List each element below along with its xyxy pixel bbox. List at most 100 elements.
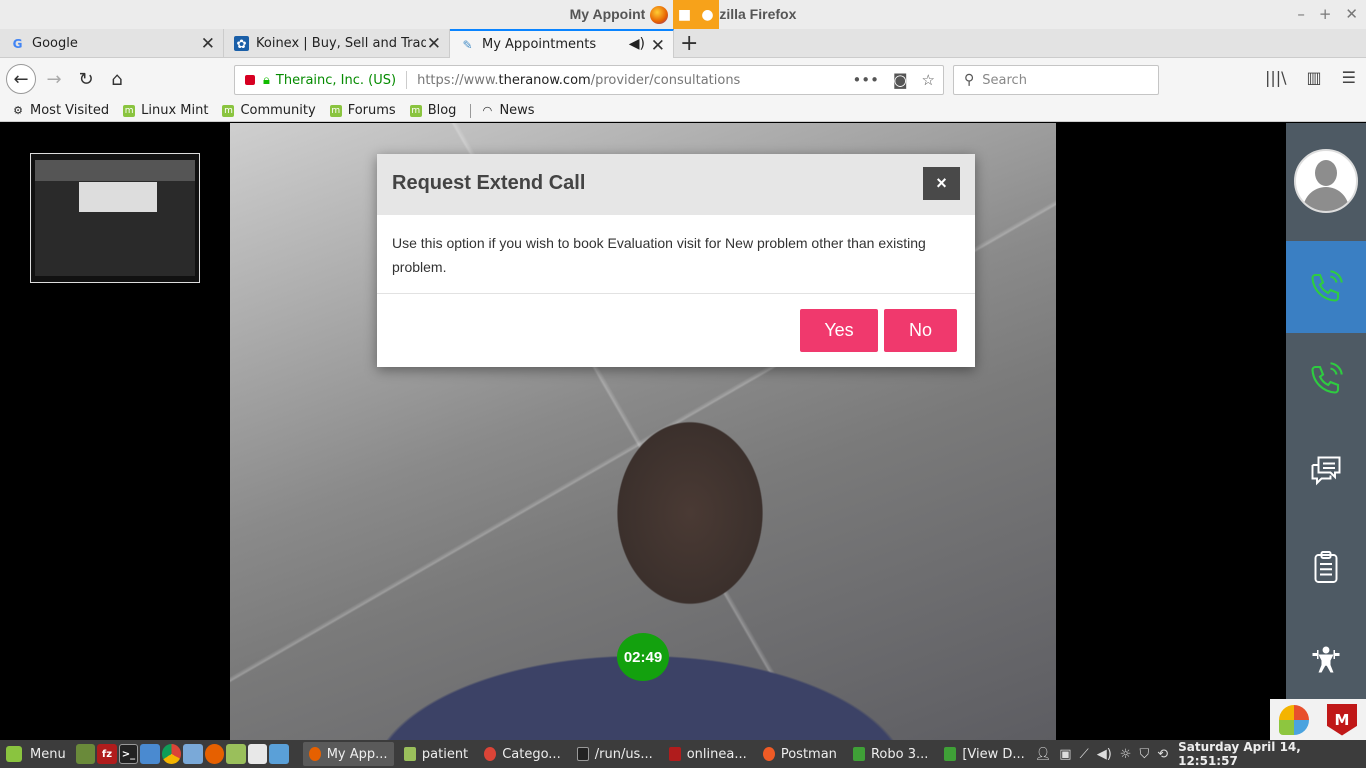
- self-video-thumbnail[interactable]: [30, 153, 200, 283]
- new-tab-button[interactable]: +: [680, 31, 698, 56]
- google-icon: G: [12, 36, 23, 51]
- bookmark-news[interactable]: ◠ News: [481, 103, 535, 118]
- close-tab-icon[interactable]: ✕: [427, 34, 441, 54]
- chat-icon: [1311, 456, 1341, 486]
- files-icon[interactable]: [226, 744, 246, 764]
- page-actions-icon[interactable]: •••: [852, 71, 879, 89]
- task-label: patient: [421, 746, 469, 762]
- browser-icon[interactable]: [140, 744, 160, 764]
- lock-icon[interactable]: 🔒︎: [263, 73, 270, 88]
- bookmark-blog[interactable]: m Blog: [409, 103, 456, 118]
- tab-label: My Appointments: [482, 37, 597, 52]
- speaker-icon[interactable]: ◀): [629, 36, 645, 52]
- yii-icon[interactable]: [1270, 699, 1318, 740]
- taskbar-item-chrome[interactable]: Catego...: [478, 742, 567, 766]
- task-label: Catego...: [502, 746, 561, 762]
- reload-button[interactable]: ↻: [72, 65, 100, 93]
- sidebar-item-notes[interactable]: [1286, 521, 1366, 613]
- tab-koinex[interactable]: ✿ Koinex | Buy, Sell and Trade E ✕: [224, 29, 450, 58]
- show-desktop-icon[interactable]: [75, 744, 96, 764]
- menu-label: Menu: [30, 746, 66, 762]
- bookmarks-bar: ⚙ Most Visited m Linux Mint m Community m Fo…: [0, 100, 1366, 122]
- virtualbox-icon[interactable]: [183, 744, 203, 764]
- close-tab-icon[interactable]: ✕: [201, 34, 215, 54]
- terminal-icon[interactable]: >_: [118, 744, 139, 764]
- navigation-bar: ← → ↻ ⌂ 🔒︎ Therainc, Inc. (US) https://w…: [0, 58, 1366, 100]
- taskbar-item-patient[interactable]: patient: [398, 742, 475, 766]
- taskbar-item-robo3t[interactable]: Robo 3...: [847, 742, 934, 766]
- dialog-close-button[interactable]: ×: [923, 167, 960, 200]
- clipboard-tray-icon[interactable]: ▣: [1059, 747, 1071, 762]
- bookmark-community[interactable]: m Community: [222, 103, 316, 118]
- camera-sharing-icon[interactable]: [245, 75, 255, 85]
- text-editor-icon[interactable]: [247, 744, 268, 764]
- library-icon[interactable]: |||\: [1265, 68, 1287, 87]
- call-sidebar: [1286, 123, 1366, 740]
- no-button[interactable]: No: [884, 309, 957, 352]
- maximize-button[interactable]: +: [1319, 5, 1332, 23]
- shield-icon[interactable]: ⛉: [1139, 747, 1149, 762]
- clock[interactable]: Saturday April 14, 12:51:57: [1178, 740, 1366, 768]
- url-text[interactable]: https://www.theranow.com/provider/consul…: [417, 73, 740, 88]
- search-input[interactable]: ⚲ Search: [953, 65, 1159, 95]
- brightness-icon[interactable]: ☼: [1120, 747, 1132, 762]
- corner-app-icons: M: [1270, 699, 1366, 740]
- close-tab-icon[interactable]: ✕: [651, 36, 665, 56]
- microphone-icon: ●: [701, 6, 714, 23]
- mint-icon: m: [409, 104, 422, 117]
- pocket-icon[interactable]: ◙: [893, 71, 908, 89]
- back-button[interactable]: ←: [6, 64, 36, 94]
- close-window-button[interactable]: ✕: [1345, 5, 1358, 23]
- sidebar-toggle-icon[interactable]: ▥: [1307, 68, 1322, 87]
- user-icon[interactable]: 👤︎: [1035, 747, 1052, 762]
- site-identity[interactable]: Therainc, Inc. (US): [276, 73, 396, 88]
- bookmark-star-icon[interactable]: ☆: [922, 71, 935, 89]
- update-icon[interactable]: ⟲: [1157, 747, 1168, 762]
- filezilla-icon[interactable]: fz: [97, 744, 117, 764]
- tab-label: Koinex | Buy, Sell and Trade E: [256, 36, 426, 51]
- tab-my-appointments[interactable]: ✎ My Appointments ◀) ✕: [450, 29, 674, 58]
- sidebar-item-call[interactable]: [1286, 333, 1366, 425]
- start-menu-button[interactable]: Menu: [0, 746, 76, 762]
- tab-label: Google: [32, 36, 78, 51]
- phone-ringing-icon: [1311, 362, 1343, 394]
- bookmark-most-visited[interactable]: ⚙ Most Visited: [12, 103, 109, 118]
- bookmark-forums[interactable]: m Forums: [329, 103, 396, 118]
- tab-google[interactable]: G Google ✕: [0, 29, 224, 58]
- volume-icon[interactable]: ◀): [1097, 747, 1112, 762]
- mcafee-icon[interactable]: M: [1318, 699, 1366, 740]
- taskbar-item-postman[interactable]: Postman: [757, 742, 843, 766]
- image-viewer-icon[interactable]: [269, 744, 289, 764]
- bookmark-label: News: [499, 103, 535, 118]
- home-button[interactable]: ⌂: [103, 65, 131, 93]
- firefox-icon[interactable]: [204, 744, 225, 764]
- taskbar-item-terminal[interactable]: /run/us...: [571, 742, 659, 766]
- yes-button[interactable]: Yes: [800, 309, 878, 352]
- mint-icon: m: [123, 104, 136, 117]
- minimize-button[interactable]: –: [1297, 5, 1305, 23]
- taskbar-item-firefox[interactable]: My App...: [302, 742, 394, 766]
- clipboard-icon: [1314, 551, 1338, 583]
- chrome-icon[interactable]: [161, 744, 182, 764]
- avatar[interactable]: [1294, 149, 1358, 213]
- forward-button[interactable]: →: [40, 65, 68, 93]
- task-label: Robo 3...: [870, 746, 929, 762]
- task-label: onlinea...: [686, 746, 747, 762]
- bookmark-label: Forums: [347, 103, 396, 118]
- sidebar-item-call-active[interactable]: [1286, 241, 1366, 333]
- bookmark-linux-mint[interactable]: m Linux Mint: [123, 103, 208, 118]
- task-label: My App...: [326, 746, 388, 762]
- task-label: [View D...: [962, 746, 1025, 762]
- network-icon[interactable]: ⟋: [1080, 747, 1089, 762]
- camera-icon: ■: [677, 6, 692, 23]
- hamburger-menu-icon[interactable]: ☰: [1342, 68, 1356, 87]
- task-label: Postman: [780, 746, 837, 762]
- taskbar-item-filezilla[interactable]: onlinea...: [663, 742, 753, 766]
- taskbar-item-view-document[interactable]: [View D...: [938, 742, 1030, 766]
- page-content: 02:49 Request Extend Call × Use this opt…: [0, 123, 1366, 740]
- url-bar[interactable]: 🔒︎ Therainc, Inc. (US) https://www.thera…: [234, 65, 944, 95]
- sharing-indicator[interactable]: ■ ●: [645, 0, 719, 29]
- firefox-icon: [645, 0, 673, 29]
- sidebar-item-exercise[interactable]: [1286, 613, 1366, 705]
- sidebar-item-chat[interactable]: [1286, 425, 1366, 517]
